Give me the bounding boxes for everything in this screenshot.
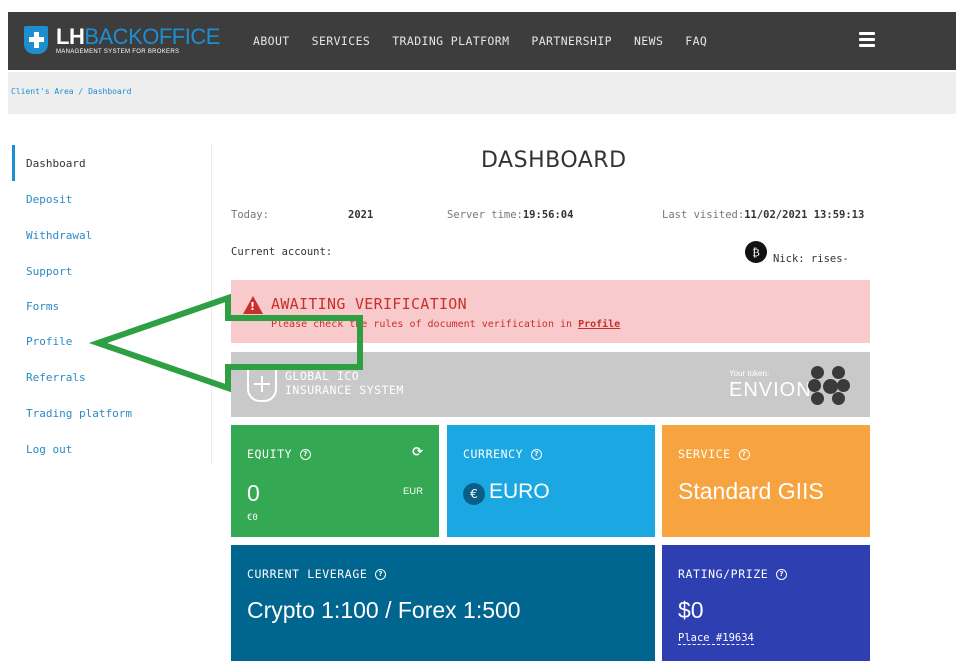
leverage-value: Crypto 1:100 / Forex 1:500 — [247, 597, 521, 623]
sidebar-item-referrals[interactable]: Referrals — [12, 359, 202, 395]
today-value: 2021 — [348, 209, 374, 221]
rating-value: $0 — [678, 597, 704, 623]
alert-title: AWAITING VERIFICATION — [271, 295, 467, 313]
shield-cross-icon — [247, 368, 277, 402]
user-nickname: Nick: rises- — [773, 253, 849, 265]
shield-cross-icon — [24, 26, 48, 54]
refresh-icon[interactable]: ⟳ — [412, 445, 423, 460]
equity-label: EQUITY? — [247, 447, 312, 461]
avatar[interactable]: ₿ — [745, 241, 767, 263]
nav-faq[interactable]: FAQ — [685, 34, 707, 48]
sidebar-item-support[interactable]: Support — [12, 253, 202, 289]
sidebar-item-dashboard[interactable]: Dashboard — [12, 145, 202, 181]
logo-tagline: MANAGEMENT SYSTEM FOR BROKERS — [56, 49, 180, 55]
hamburger-menu-icon[interactable] — [859, 32, 875, 47]
nav-news[interactable]: NEWS — [634, 34, 663, 48]
ico-insurance-banner[interactable]: GLOBAL ICO INSURANCE SYSTEM Your token: … — [231, 352, 870, 417]
help-icon[interactable]: ? — [738, 448, 750, 460]
envion-logo-icon — [808, 364, 852, 406]
sidebar-item-forms[interactable]: Forms — [12, 288, 202, 324]
sidebar-item-withdrawal[interactable]: Withdrawal — [12, 217, 202, 253]
nav-partnership[interactable]: PARTNERSHIP — [531, 34, 612, 48]
profile-link[interactable]: Profile — [578, 319, 620, 330]
logo-lh: LH — [56, 24, 85, 49]
rating-label: RATING/PRIZE? — [678, 567, 788, 581]
equity-sub-value: €0 — [247, 513, 258, 523]
service-label: SERVICE? — [678, 447, 750, 461]
ico-text: GLOBAL ICO INSURANCE SYSTEM — [285, 369, 404, 397]
help-icon[interactable]: ? — [375, 568, 387, 580]
help-icon[interactable]: ? — [300, 448, 312, 460]
euro-icon: € — [463, 483, 485, 505]
currency-value: EURO — [489, 480, 550, 503]
sidebar-item-deposit[interactable]: Deposit — [12, 181, 202, 217]
sidebar-item-trading-platform[interactable]: Trading platform — [12, 395, 202, 431]
logo-text: LHBACKOFFICE MANAGEMENT SYSTEM FOR BROKE… — [56, 24, 220, 56]
currency-card: CURRENCY? € EURO — [447, 425, 655, 537]
token-name: ENVION — [729, 379, 812, 401]
equity-currency: EUR — [402, 486, 423, 497]
current-account-label: Current account: — [231, 246, 333, 258]
top-navbar: LHBACKOFFICE MANAGEMENT SYSTEM FOR BROKE… — [8, 12, 956, 70]
last-visited: Last visited:11/02/2021 13:59:13 — [662, 209, 865, 221]
leverage-label: CURRENT LEVERAGE? — [247, 567, 387, 581]
sidebar-item-log-out[interactable]: Log out — [12, 431, 202, 467]
place-link[interactable]: Place #19634 — [678, 632, 754, 645]
equity-card: EQUITY? ⟳ 0 EUR €0 — [231, 425, 439, 537]
help-icon[interactable]: ? — [531, 448, 543, 460]
service-card: SERVICE? Standard GIIS — [662, 425, 870, 537]
nav-trading-platform[interactable]: TRADING PLATFORM — [392, 34, 509, 48]
logo-backoffice: BACKOFFICE — [84, 24, 220, 49]
sidebar-item-profile[interactable]: Profile — [12, 323, 202, 359]
main-nav: ABOUT SERVICES TRADING PLATFORM PARTNERS… — [253, 34, 707, 48]
page-title: DASHBOARD — [481, 148, 627, 173]
sidebar: Dashboard Deposit Withdrawal Support For… — [12, 144, 212, 464]
leverage-card: CURRENT LEVERAGE? Crypto 1:100 / Forex 1… — [231, 545, 655, 661]
help-icon[interactable]: ? — [776, 568, 788, 580]
equity-value: 0 — [247, 480, 260, 506]
nav-about[interactable]: ABOUT — [253, 34, 290, 48]
token-label: Your token: — [729, 369, 770, 378]
breadcrumb-bar: Client's Area / Dashboard — [8, 72, 956, 114]
verification-alert: ! AWAITING VERIFICATION Please check the… — [231, 280, 870, 343]
server-time: Server time:19:56:04 — [447, 209, 574, 221]
today-info: Today: — [231, 209, 269, 221]
brand-logo[interactable]: LHBACKOFFICE MANAGEMENT SYSTEM FOR BROKE… — [24, 26, 220, 55]
rating-card: RATING/PRIZE? $0 Place #19634 — [662, 545, 870, 661]
warning-mark: ! — [250, 300, 256, 313]
nav-services[interactable]: SERVICES — [312, 34, 371, 48]
currency-label: CURRENCY? — [463, 447, 543, 461]
breadcrumb[interactable]: Client's Area / Dashboard — [11, 87, 131, 96]
service-value: Standard GIIS — [678, 478, 824, 504]
alert-text: Please check the rules of document verif… — [271, 319, 621, 330]
